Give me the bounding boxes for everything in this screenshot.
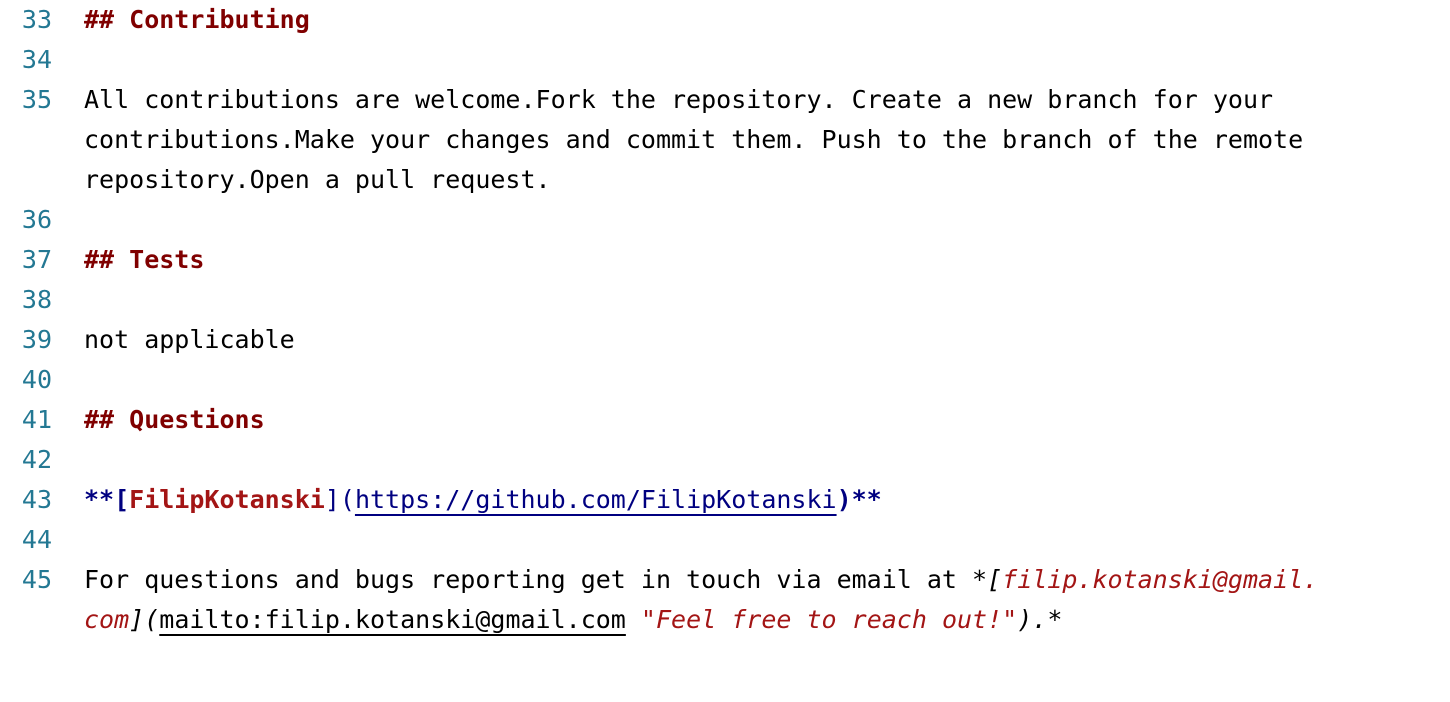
paragraph-text[interactable]: repository.Open a pull request. (84, 160, 551, 200)
line-number: 37 (21, 245, 52, 274)
tests-text[interactable]: not applicable (84, 320, 295, 360)
line-number: 43 (21, 485, 52, 514)
email-prefix-text: For questions and bugs reporting get in … (84, 565, 973, 594)
email-line[interactable]: For questions and bugs reporting get in … (84, 560, 1318, 600)
paragraph-text[interactable]: contributions.Make your changes and comm… (84, 120, 1303, 160)
mailto-link[interactable]: mailto:filip.kotanski@gmail.com (159, 605, 626, 634)
line-number: 40 (21, 365, 52, 394)
bold-open-marker: **[ (84, 485, 130, 514)
bold-close-marker: )** (836, 485, 882, 514)
italic-close-marker: ).* (1017, 605, 1063, 634)
github-link-line[interactable]: **[FilipKotanski](https://github.com/Fil… (84, 480, 882, 520)
paragraph-text[interactable]: All contributions are welcome.Fork the r… (84, 80, 1273, 120)
email-link-label: filip.kotanski@gmail. (1002, 565, 1319, 594)
line-number: 36 (21, 205, 52, 234)
heading-questions[interactable]: ## Questions (84, 400, 265, 440)
line-number: 33 (21, 5, 52, 34)
heading-tests[interactable]: ## Tests (84, 240, 204, 280)
line-number: 41 (21, 405, 52, 434)
email-link-label-cont: com (84, 605, 130, 634)
line-number: 39 (21, 325, 52, 354)
heading-contributing[interactable]: ## Contributing (84, 0, 310, 40)
line-number: 44 (21, 525, 52, 554)
line-number: 34 (21, 45, 52, 74)
email-link-mid-marker: ]( (129, 605, 160, 634)
link-title: "Feel free to reach out!" (640, 605, 1018, 634)
line-number: 38 (21, 285, 52, 314)
line-number: 45 (21, 565, 52, 594)
github-url-link[interactable]: https://github.com/FilipKotanski (355, 485, 837, 514)
link-mid-marker: ]( (324, 485, 355, 514)
line-number: 42 (21, 445, 52, 474)
line-number: 35 (21, 85, 52, 114)
email-line-wrap[interactable]: com](mailto:filip.kotanski@gmail.com "Fe… (84, 600, 1062, 640)
code-editor[interactable]: 33 ## Contributing 34 35 All contributio… (0, 0, 1450, 702)
italic-open-marker: *[ (972, 565, 1003, 594)
link-label: FilipKotanski (129, 485, 325, 514)
